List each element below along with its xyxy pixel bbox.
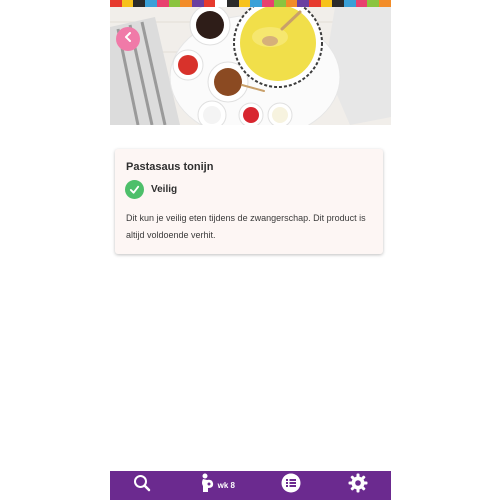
check-circle-icon: [125, 180, 144, 199]
product-card: Pastasaus tonijn Veilig Dit kun je veili…: [115, 149, 383, 254]
stripe-segment: [168, 0, 181, 7]
stripe-segment: [367, 0, 380, 7]
stripe-segment: [332, 0, 345, 7]
stripe-segment: [285, 0, 298, 7]
stripe-segment: [110, 0, 122, 7]
back-button[interactable]: [116, 27, 140, 51]
stripe-segment: [191, 0, 204, 7]
gear-icon: [348, 473, 368, 498]
nav-list[interactable]: [281, 471, 301, 500]
stripe-segment: [379, 0, 391, 7]
product-description: Dit kun je veilig eten tijdens de zwange…: [126, 213, 366, 240]
stripe-segment: [320, 0, 333, 7]
bottom-nav: wk 8: [110, 471, 391, 500]
stripe-segment: [227, 0, 239, 7]
status-label: Veilig: [151, 184, 178, 195]
stripe-segment: [262, 0, 274, 7]
list-icon: [281, 473, 301, 498]
stripe-segment: [121, 0, 134, 7]
stripe-segment: [180, 0, 192, 7]
app-screen: Pastasaus tonijn Veilig Dit kun je veili…: [110, 0, 391, 500]
nav-settings[interactable]: [348, 471, 368, 500]
stripe-segment: [156, 0, 169, 7]
week-label: wk 8: [217, 481, 235, 490]
stripe-segment: [238, 0, 251, 7]
hero-food-photo: [110, 0, 391, 140]
stripe-segment: [344, 0, 356, 7]
stripe-segment: [297, 0, 309, 7]
stripe-segment: [133, 0, 146, 7]
stripe-segment: [215, 0, 228, 7]
color-stripe: [110, 0, 391, 7]
stripe-segment: [273, 0, 286, 7]
stripe-segment: [203, 0, 216, 7]
pregnant-belly-icon: [198, 473, 216, 498]
chevron-left-icon: [122, 30, 134, 48]
stripe-segment: [355, 0, 368, 7]
stripe-segment: [308, 0, 321, 7]
product-title: Pastasaus tonijn: [126, 161, 214, 173]
nav-search[interactable]: [133, 471, 151, 500]
stripe-segment: [250, 0, 263, 7]
search-icon: [133, 474, 151, 497]
status-row: Veilig: [125, 180, 177, 199]
stripe-segment: [145, 0, 157, 7]
nav-pregnancy-week[interactable]: wk 8: [198, 471, 235, 500]
